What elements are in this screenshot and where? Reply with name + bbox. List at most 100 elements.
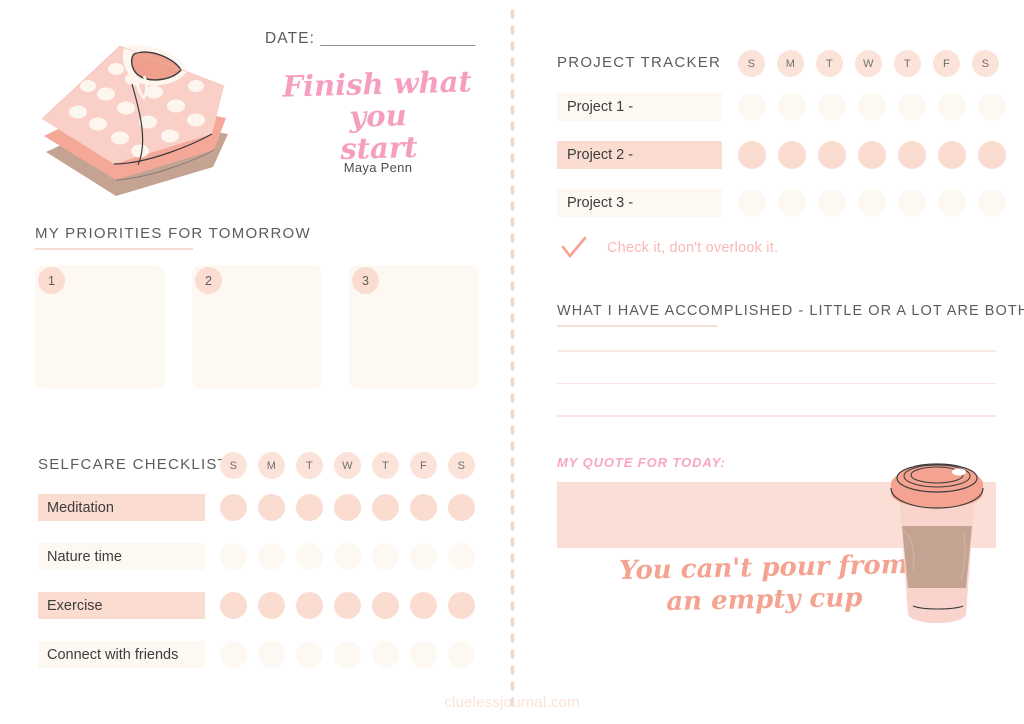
day-chip-wed: W [855, 50, 882, 77]
checkbox-dot[interactable] [448, 494, 475, 521]
left-column: DATE: ___________________ Finish what yo… [0, 0, 509, 724]
checkbox-dot[interactable] [296, 543, 323, 570]
checkbox-dot[interactable] [334, 641, 361, 668]
project-row-label[interactable]: Project 1 - [557, 93, 722, 121]
day-chip-sun: S [220, 452, 247, 479]
selfcare-row-label[interactable]: Connect with friends [38, 641, 205, 668]
project-row-dots [738, 141, 1006, 169]
priorities-underline [35, 248, 193, 250]
date-row[interactable]: DATE: ___________________ [265, 30, 475, 48]
tracker-note: Check it, don't overlook it. [561, 236, 778, 260]
priority-card[interactable]: 3 [349, 265, 479, 389]
checkbox-dot[interactable] [334, 494, 361, 521]
checkbox-dot[interactable] [978, 141, 1006, 169]
checkbox-dot[interactable] [258, 543, 285, 570]
folded-clothes-illustration [41, 44, 228, 196]
selfcare-row-dots [220, 641, 475, 668]
checkbox-dot[interactable] [818, 189, 846, 217]
checkbox-dot[interactable] [372, 494, 399, 521]
selfcare-row-label[interactable]: Nature time [38, 543, 205, 570]
checkbox-dot[interactable] [818, 141, 846, 169]
checkbox-dot[interactable] [938, 141, 966, 169]
checkbox-dot[interactable] [258, 592, 285, 619]
checkbox-dot[interactable] [448, 592, 475, 619]
checkbox-dot[interactable] [410, 494, 437, 521]
priority-number: 1 [38, 267, 65, 294]
checkbox-dot[interactable] [220, 641, 247, 668]
checkbox-dot[interactable] [738, 93, 766, 121]
selfcare-row-label[interactable]: Exercise [38, 592, 205, 619]
header-quote: Finish what you start [261, 64, 496, 167]
header-quote-author: Maya Penn [343, 160, 413, 175]
date-label: DATE: [265, 30, 315, 47]
project-row-label[interactable]: Project 2 - [557, 141, 722, 169]
checkbox-dot[interactable] [778, 141, 806, 169]
project-row-dots [738, 93, 1006, 121]
checkbox-dot[interactable] [978, 93, 1006, 121]
tracker-note-text: Check it, don't overlook it. [607, 240, 779, 256]
day-chip-mon: M [777, 50, 804, 77]
checkbox-dot[interactable] [372, 641, 399, 668]
checkbox-dot[interactable] [410, 543, 437, 570]
checkbox-dot[interactable] [372, 592, 399, 619]
selfcare-day-headers: S M T W T F S [220, 452, 475, 479]
checkbox-dot[interactable] [448, 641, 475, 668]
priority-card[interactable]: 2 [192, 265, 322, 389]
priority-card[interactable]: 1 [35, 265, 165, 389]
checkbox-dot[interactable] [410, 641, 437, 668]
checkbox-dot[interactable] [258, 641, 285, 668]
checkbox-dot[interactable] [296, 592, 323, 619]
accomplished-underline [557, 325, 717, 327]
write-line[interactable] [557, 415, 996, 417]
write-line[interactable] [557, 382, 996, 384]
accomplished-write-lines[interactable] [557, 350, 996, 448]
coffee-cup-illustration [890, 463, 984, 623]
checkbox-dot[interactable] [738, 141, 766, 169]
footer-website[interactable]: cluelessjournal.com [0, 694, 1024, 711]
day-chip-thu: T [372, 452, 399, 479]
checkbox-dot[interactable] [858, 93, 886, 121]
day-chip-mon: M [258, 452, 285, 479]
checkbox-dot[interactable] [898, 189, 926, 217]
checkbox-dot[interactable] [778, 93, 806, 121]
priority-number: 3 [352, 267, 379, 294]
checkbox-dot[interactable] [898, 93, 926, 121]
checkbox-dot[interactable] [898, 141, 926, 169]
checkbox-dot[interactable] [410, 592, 437, 619]
checkbox-dot[interactable] [296, 641, 323, 668]
day-chip-tue: T [296, 452, 323, 479]
checkbox-dot[interactable] [372, 543, 399, 570]
checkbox-dot[interactable] [258, 494, 285, 521]
checkbox-dot[interactable] [938, 93, 966, 121]
project-row-label[interactable]: Project 3 - [557, 189, 722, 217]
priorities-heading: MY PRIORITIES FOR TOMORROW [35, 225, 311, 242]
priorities-heading-group: MY PRIORITIES FOR TOMORROW [35, 225, 311, 250]
selfcare-row-label[interactable]: Meditation [38, 494, 205, 521]
checkbox-dot[interactable] [296, 494, 323, 521]
checkbox-dot[interactable] [334, 592, 361, 619]
day-chip-sun: S [738, 50, 765, 77]
day-chip-fri: F [933, 50, 960, 77]
checkbox-dot[interactable] [778, 189, 806, 217]
checkbox-dot[interactable] [220, 592, 247, 619]
checkbox-dot[interactable] [220, 543, 247, 570]
date-input-line[interactable]: ___________________ [320, 30, 475, 47]
accomplished-heading: WHAT I HAVE ACCOMPLISHED - LITTLE OR A L… [557, 303, 1024, 319]
checkbox-dot[interactable] [818, 93, 846, 121]
selfcare-heading: SELFCARE CHECKLIST [38, 456, 229, 473]
checkbox-dot[interactable] [334, 543, 361, 570]
accomplished-heading-group: WHAT I HAVE ACCOMPLISHED - LITTLE OR A L… [557, 303, 1024, 327]
checkbox-dot[interactable] [938, 189, 966, 217]
checkbox-dot[interactable] [738, 189, 766, 217]
selfcare-row-dots [220, 592, 475, 619]
tracker-heading-group: PROJECT TRACKER [557, 54, 721, 71]
checkbox-dot[interactable] [448, 543, 475, 570]
checkbox-dot[interactable] [220, 494, 247, 521]
header-quote-line1: Finish what you [281, 64, 473, 134]
checkbox-dot[interactable] [858, 141, 886, 169]
checkbox-dot[interactable] [858, 189, 886, 217]
day-chip-wed: W [334, 452, 361, 479]
write-line[interactable] [557, 350, 996, 352]
checkbox-dot[interactable] [978, 189, 1006, 217]
selfcare-row-dots [220, 494, 475, 521]
